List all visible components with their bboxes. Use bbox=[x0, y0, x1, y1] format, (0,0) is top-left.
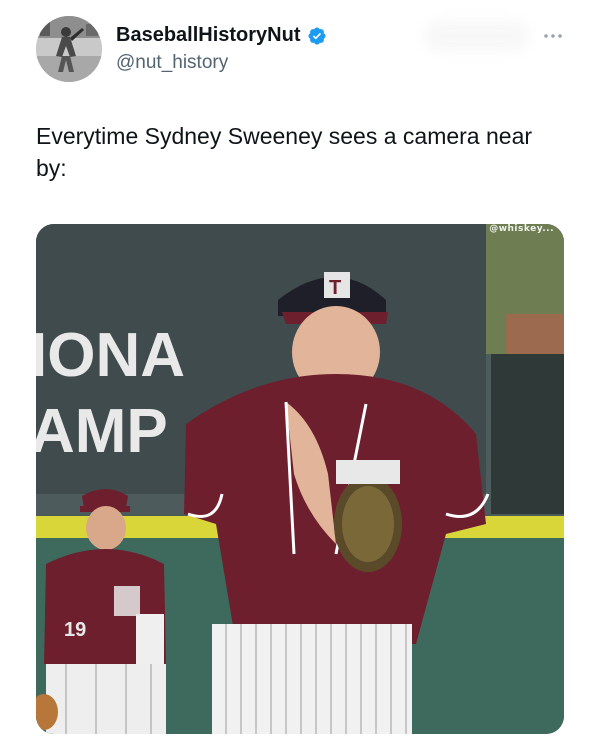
verified-badge-icon bbox=[307, 26, 327, 46]
author-display-name[interactable]: BaseballHistoryNut bbox=[116, 24, 301, 47]
jersey-number: 19 bbox=[64, 619, 86, 641]
banner-text-line2: AMP bbox=[36, 397, 168, 466]
media-watermark: @whiskey... bbox=[489, 224, 554, 234]
baseball-pitcher-photo: IONA AMP 19 T bbox=[36, 224, 564, 734]
vintage-baseball-photo-icon bbox=[36, 16, 102, 82]
cap-logo: T bbox=[329, 277, 341, 299]
tweet-card: BaseballHistoryNut @nut_history Everytim… bbox=[0, 0, 599, 749]
more-options-icon[interactable] bbox=[538, 26, 568, 46]
blurred-follow-area bbox=[424, 20, 529, 52]
tweet-media-image[interactable]: IONA AMP 19 T @whiskey... bbox=[36, 224, 564, 734]
author-handle[interactable]: @nut_history bbox=[116, 52, 228, 74]
author-name-row: BaseballHistoryNut bbox=[116, 24, 327, 47]
tweet-text: Everytime Sydney Sweeney sees a camera n… bbox=[36, 123, 533, 181]
banner-text-line1: IONA bbox=[36, 321, 185, 390]
author-avatar[interactable] bbox=[36, 16, 102, 82]
